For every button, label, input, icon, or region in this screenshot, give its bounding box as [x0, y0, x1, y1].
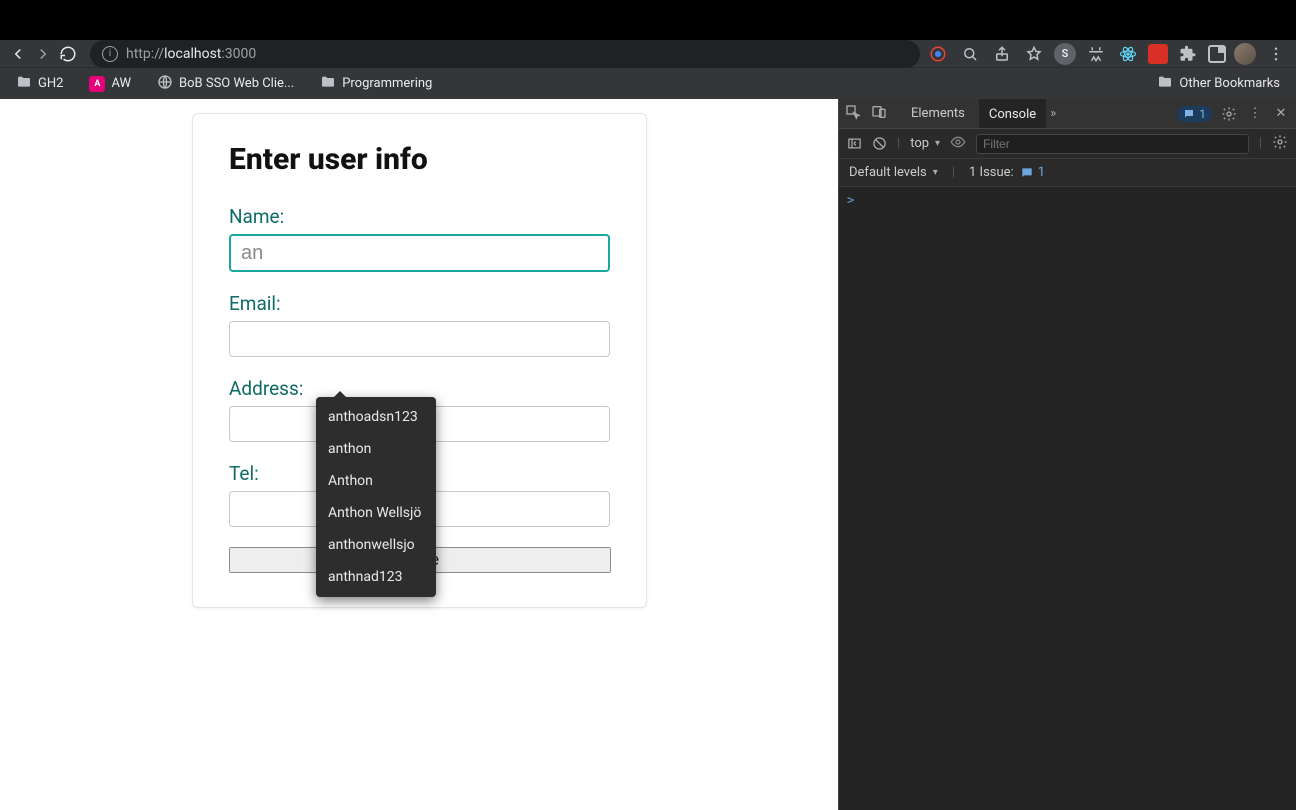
tab-elements[interactable]: Elements: [901, 99, 975, 128]
google-icon[interactable]: [926, 42, 950, 66]
log-levels-selector[interactable]: Default levels: [849, 165, 938, 180]
folder-icon: [1157, 74, 1173, 94]
bookmark-item[interactable]: Programmering: [314, 70, 438, 98]
folder-icon: [16, 74, 32, 94]
autocomplete-item[interactable]: Anthon: [316, 465, 436, 497]
inspect-icon[interactable]: [845, 104, 861, 124]
menu-icon[interactable]: [1264, 42, 1288, 66]
devtools-settings-icon[interactable]: [1220, 106, 1238, 122]
tabs-overflow-icon[interactable]: »: [1050, 106, 1056, 121]
extension-s-icon[interactable]: S: [1054, 43, 1076, 65]
message-count: 1: [1199, 107, 1206, 121]
issues-label: 1 Issue:: [969, 165, 1014, 180]
url-text: http://localhost:3000: [126, 46, 256, 62]
extension-red-icon[interactable]: [1148, 44, 1168, 64]
extension-react-icon[interactable]: [1116, 42, 1140, 66]
devtools-panel: Elements Console » 1 ⋮ ✕ |: [838, 99, 1296, 810]
email-input[interactable]: [229, 321, 610, 357]
tab-console[interactable]: Console: [979, 99, 1046, 128]
extensions-icon[interactable]: [1176, 42, 1200, 66]
console-body[interactable]: >: [839, 187, 1296, 810]
issues-link[interactable]: 1 Issue: 1: [969, 165, 1045, 180]
browser-tabstrip: [0, 0, 1296, 40]
autocomplete-item[interactable]: anthon: [316, 433, 436, 465]
console-filterbar: | top |: [839, 129, 1296, 159]
bookmark-label: GH2: [38, 76, 63, 91]
panel-toggle-icon[interactable]: [1208, 45, 1226, 63]
site-info-icon[interactable]: i: [102, 46, 118, 62]
other-bookmarks[interactable]: Other Bookmarks: [1151, 70, 1286, 98]
back-button[interactable]: [8, 40, 27, 68]
name-label: Name:: [229, 205, 610, 228]
device-toggle-icon[interactable]: [871, 104, 887, 124]
star-icon[interactable]: [1022, 42, 1046, 66]
autocomplete-item[interactable]: anthnad123: [316, 561, 436, 593]
globe-icon: [157, 74, 173, 94]
bookmark-item[interactable]: BoB SSO Web Clie...: [151, 70, 300, 98]
live-expression-icon[interactable]: [950, 134, 966, 154]
console-context-selector[interactable]: top: [910, 136, 940, 151]
console-levelsbar: Default levels | 1 Issue: 1: [839, 159, 1296, 187]
console-prompt: >: [847, 193, 854, 207]
console-settings-icon[interactable]: [1272, 134, 1288, 154]
address-bar[interactable]: i http://localhost:3000: [90, 40, 920, 68]
name-input[interactable]: [229, 234, 610, 272]
bookmarks-bar: GH2 A AW BoB SSO Web Clie... Programmeri…: [0, 67, 1296, 99]
autocomplete-item[interactable]: anthonwellsjo: [316, 529, 436, 561]
zoom-icon[interactable]: [958, 42, 982, 66]
devtools-more-icon[interactable]: ⋮: [1246, 106, 1264, 121]
email-label: Email:: [229, 292, 610, 315]
autocomplete-item[interactable]: Anthon Wellsjö: [316, 497, 436, 529]
folder-icon: [320, 74, 336, 94]
browser-toolbar: i http://localhost:3000 S: [0, 40, 1296, 67]
bookmark-label: Programmering: [342, 76, 432, 91]
form-title: Enter user info: [229, 142, 610, 177]
aw-icon: A: [89, 76, 105, 92]
autocomplete-dropdown: anthoadsn123 anthon Anthon Anthon Wellsj…: [316, 397, 436, 597]
share-icon[interactable]: [990, 42, 1014, 66]
autocomplete-item[interactable]: anthoadsn123: [316, 401, 436, 433]
bookmark-label: AW: [111, 76, 131, 91]
bookmark-item[interactable]: GH2: [10, 70, 69, 98]
profile-avatar[interactable]: [1234, 43, 1256, 65]
reload-button[interactable]: [59, 40, 78, 68]
clear-console-icon[interactable]: [872, 136, 887, 151]
devtools-close-icon[interactable]: ✕: [1272, 106, 1290, 121]
bookmark-item[interactable]: A AW: [83, 72, 137, 96]
devtools-tabs: Elements Console » 1 ⋮ ✕: [839, 99, 1296, 129]
console-filter-input[interactable]: [976, 134, 1249, 154]
page-viewport: Enter user info Name: Email: Address: Te…: [0, 99, 838, 810]
message-count-badge[interactable]: 1: [1177, 106, 1212, 122]
issues-count: 1: [1038, 165, 1045, 180]
extension-tool-icon[interactable]: [1084, 42, 1108, 66]
forward-button[interactable]: [33, 40, 52, 68]
bookmark-label: BoB SSO Web Clie...: [179, 76, 294, 91]
other-bookmarks-label: Other Bookmarks: [1179, 76, 1280, 91]
console-sidebar-toggle-icon[interactable]: [847, 136, 862, 151]
